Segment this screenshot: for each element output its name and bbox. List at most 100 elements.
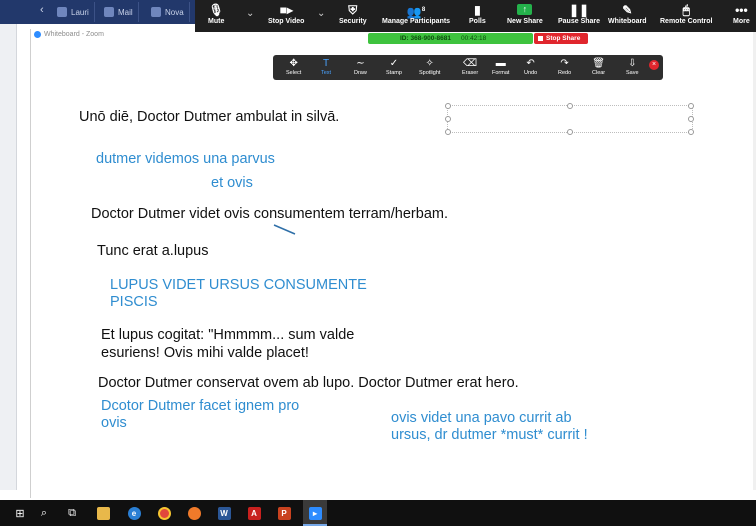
new-share-button[interactable]: ↑ New Share (507, 3, 543, 25)
windows-taskbar: ⊞ ⌕ ⧉ e W A P (0, 500, 756, 526)
resize-handle[interactable] (567, 103, 573, 109)
spotlight-tool[interactable]: ✧ Spotlight (419, 58, 440, 76)
resize-handle[interactable] (688, 116, 694, 122)
text-icon: T (322, 58, 330, 69)
chrome-browser-icon[interactable] (156, 505, 172, 521)
chevron-down-icon[interactable]: ⌄ (317, 8, 325, 19)
wordpress-icon (57, 7, 67, 17)
draw-tool[interactable]: ∼ Draw (354, 58, 367, 76)
chevron-down-icon[interactable]: ⌄ (246, 8, 254, 19)
browser-tab-label: Nova (165, 7, 184, 17)
tool-label: Spotlight (419, 70, 441, 76)
tool-label: Undo (524, 70, 538, 76)
window-title: Whiteboard - Zoom (34, 31, 104, 38)
annotation-text: dutmer videmos una parvus (96, 151, 275, 167)
resize-handle[interactable] (445, 116, 451, 122)
resize-handle[interactable] (445, 103, 451, 109)
whiteboard-text: Et lupus cogitat: "Hmmmm... sum valde (101, 327, 355, 343)
acrobat-icon[interactable]: A (246, 505, 262, 521)
security-button[interactable]: ⛨ Security (339, 3, 367, 25)
trash-icon: 🗑 (592, 58, 605, 69)
button-label: New Share (507, 18, 543, 25)
powerpoint-icon[interactable]: P (276, 505, 292, 521)
browser-tab-label: Mail (118, 7, 133, 17)
checkmark-icon: ✓ (389, 58, 399, 69)
select-tool[interactable]: ✥ Select (286, 58, 301, 76)
video-camera-icon: ■▸ (279, 3, 293, 17)
browser-tab[interactable]: Lauri (52, 2, 95, 22)
button-label: Security (339, 18, 367, 25)
task-view-icon[interactable]: ⧉ (64, 505, 80, 521)
stamp-tool[interactable]: ✓ Stamp (386, 58, 402, 76)
whiteboard-text: Doctor Dutmer conservat ovem ab lupo. Do… (98, 375, 519, 391)
whiteboard-text: Doctor Dutmer videt ovis consumentem ter… (91, 206, 448, 222)
tool-label: Save (626, 70, 639, 76)
annotation-text: ovis videt una pavo currit ab (391, 410, 572, 426)
save-tool[interactable]: ⇩ Save (626, 58, 639, 76)
redo-icon: ↷ (560, 58, 569, 69)
more-button[interactable]: ••• More (733, 3, 750, 25)
eraser-tool[interactable]: ⌫ Eraser (462, 58, 478, 76)
search-icon[interactable]: ⌕ (36, 505, 52, 521)
microphone-icon: 🎙 (208, 3, 224, 17)
manage-participants-button[interactable]: 👥8 Manage Participants (382, 3, 450, 25)
resize-handle[interactable] (688, 129, 694, 135)
shield-icon: ⛨ (348, 3, 358, 17)
clear-tool[interactable]: 🗑 Clear (592, 58, 605, 76)
text-tool[interactable]: T Text (321, 58, 331, 76)
meeting-controls-bar: 🎙 Mute ⌄ ■▸ Stop Video ⌄ ⛨ Security 👥8 M… (195, 0, 756, 32)
background-app-edge (0, 24, 17, 490)
zoom-taskbar-item[interactable]: ▸ (303, 500, 327, 526)
button-label: Stop Video (268, 18, 305, 25)
pause-icon: ❚❚ (568, 3, 590, 17)
browser-tab[interactable]: Nova (146, 2, 190, 22)
meeting-info-bar[interactable]: ID: 368-900-8681 00:42:18 (368, 33, 533, 44)
undo-tool[interactable]: ↶ Undo (524, 58, 537, 76)
resize-handle[interactable] (445, 129, 451, 135)
meeting-timer: 00:42:18 (460, 35, 487, 42)
button-label: Polls (469, 18, 486, 25)
word-icon[interactable]: W (216, 505, 232, 521)
browser-tab[interactable]: Mail (99, 2, 139, 22)
tool-label: Stamp (386, 70, 402, 76)
button-label: More (733, 18, 750, 25)
tool-label: Clear (592, 70, 606, 76)
pause-share-button[interactable]: ❚❚ Pause Share (558, 3, 600, 25)
back-arrow-icon[interactable]: ‹ (40, 4, 44, 16)
remote-control-button[interactable]: 🖱 Remote Control (660, 3, 713, 25)
close-toolbar-icon[interactable]: × (649, 60, 659, 70)
participant-count: 8 (421, 7, 426, 13)
whiteboard-text: Tunc erat a.lupus (97, 243, 209, 259)
tool-label: Redo (558, 70, 572, 76)
annotation-text: Dcotor Dutmer facet ignem pro (101, 398, 300, 414)
resize-handle[interactable] (688, 103, 694, 109)
format-tool[interactable]: ▬ Format (492, 58, 509, 76)
edge-browser-icon[interactable]: e (126, 505, 142, 521)
tool-label: Text (321, 70, 332, 76)
button-label: Manage Participants (382, 18, 451, 25)
resize-handle[interactable] (567, 129, 573, 135)
whiteboard-text: esuriens! Ovis mihi valde placet! (101, 345, 309, 361)
polls-icon: ▮ (474, 3, 481, 17)
annotation-toolbar: ✥ Select T Text ∼ Draw ✓ Stamp ✧ Spotlig… (273, 55, 663, 80)
polls-button[interactable]: ▮ Polls (469, 3, 486, 25)
file-explorer-icon[interactable] (95, 505, 111, 521)
stop-video-button[interactable]: ■▸ Stop Video (268, 3, 304, 25)
undo-icon: ↶ (526, 58, 535, 69)
windows-start-icon[interactable]: ⊞ (12, 505, 28, 521)
whiteboard-button[interactable]: ✎ Whiteboard (608, 3, 647, 25)
annotation-text: ursus, dr dutmer *must* currit ! (391, 427, 588, 443)
text-placeholder-box[interactable] (445, 103, 694, 135)
firefox-browser-icon[interactable] (186, 505, 202, 521)
zoom-icon: ▸ (307, 505, 323, 521)
zoom-logo-icon (34, 31, 41, 38)
whiteboard-text: Unō diē, Doctor Dutmer ambulat in silvā. (79, 109, 340, 125)
move-icon: ✥ (289, 58, 298, 69)
stop-share-button[interactable]: Stop Share (534, 33, 588, 44)
mute-button[interactable]: 🎙 Mute (208, 3, 224, 25)
annotation-text: et ovis (211, 175, 253, 191)
annotation-text: PISCIS (110, 294, 158, 310)
redo-tool[interactable]: ↷ Redo (558, 58, 571, 76)
eraser-icon: ⌫ (463, 58, 478, 69)
tool-label: Select (286, 70, 302, 76)
